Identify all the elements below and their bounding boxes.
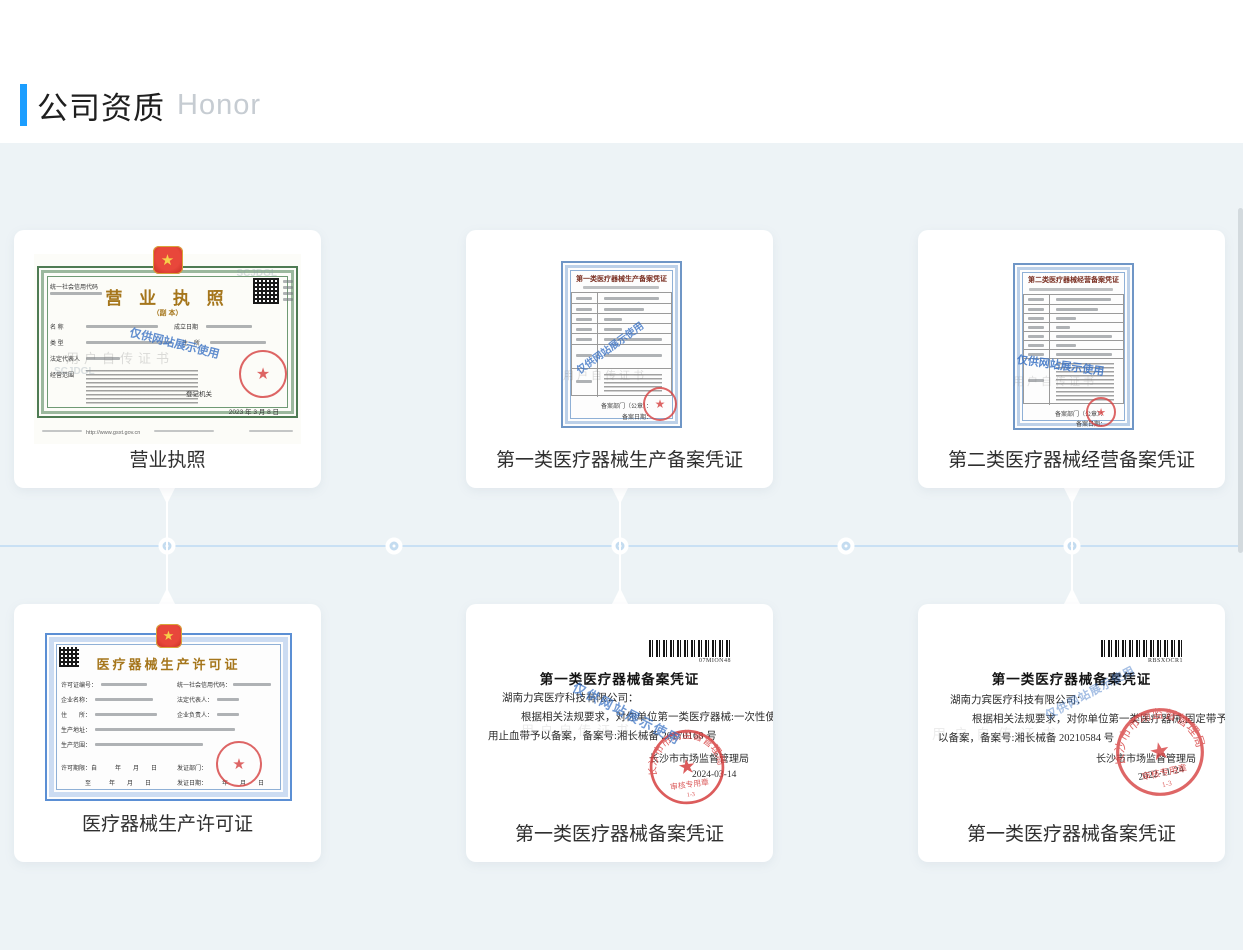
field-label: 生产范围：: [61, 740, 91, 749]
license-date: 2023 年 3 月 8 日: [229, 406, 279, 416]
connector-arrow-down-icon: [612, 488, 628, 504]
qr-side-text: [283, 292, 293, 295]
field-label: 法定代表人：: [177, 695, 213, 704]
license-subtitle: （副 本）: [34, 308, 301, 318]
timeline-dot: [842, 542, 851, 551]
field-label: 成立日期: [174, 322, 198, 331]
accent-bar: [20, 84, 27, 126]
qr-side-text: [283, 286, 293, 289]
field-value: [206, 325, 252, 328]
svg-text:1-3: 1-3: [686, 791, 695, 799]
red-stamp: ★: [1086, 397, 1116, 427]
business-license-image: ★ 统一社会信用代码 营 业 执 照 （副 本） 名 称 成立日期 类 型 住 …: [34, 254, 301, 444]
card-class1-record-2022[interactable]: RBSXOCR1 第一类医疗器械备案凭证 湖南力宾医疗科技有限公司： 根据相关法…: [918, 604, 1225, 862]
barcode: [649, 640, 731, 657]
card-label: 医疗器械生产许可证: [14, 809, 321, 836]
certificate-image: 第一类医疗器械生产备案凭证 备案部门（公章）： 备案日期： ★ 用户自传证书 仅…: [561, 261, 682, 428]
connector-arrow-up-icon: [159, 588, 175, 604]
record-number: [583, 286, 659, 289]
card-class1-record-2024[interactable]: 07MION48 第一类医疗器械备案凭证 湖南力宾医疗科技有限公司： 根据相关法…: [466, 604, 773, 862]
certificate-image: 第二类医疗器械经营备案凭证 备案部门（公章）： 备案日期： ★ 用户自传证书 仅…: [1013, 263, 1134, 430]
page: 公司资质 Honor ★ 统一社会信用代码 营 业 执 照: [0, 0, 1243, 950]
timeline-connector: [166, 488, 168, 604]
field-value: [210, 341, 266, 344]
business-scope-text: [86, 370, 198, 404]
card-business-license[interactable]: ★ 统一社会信用代码 营 业 执 照 （副 本） 名 称 成立日期 类 型 住 …: [14, 230, 321, 488]
field-value: [95, 698, 153, 701]
red-stamp: ★: [239, 350, 287, 398]
connector-arrow-up-icon: [1064, 588, 1080, 604]
certificate-image: ★ 医疗器械生产许可证 许可证编号： 统一社会信用代码： 企业名称： 法定代表人…: [45, 633, 292, 801]
card-label: 第二类医疗器械经营备案凭证: [918, 445, 1225, 472]
photo-watermark: SCJDGL: [54, 366, 95, 377]
connector-arrow-up-icon: [612, 588, 628, 604]
field-label: 企业负责人：: [177, 710, 213, 719]
card-class2-operation-record[interactable]: 第二类医疗器械经营备案凭证 备案部门（公章）： 备案日期： ★ 用户自传证书 仅…: [918, 230, 1225, 488]
card-class1-production-record[interactable]: 第一类医疗器械生产备案凭证 备案部门（公章）： 备案日期： ★ 用户自传证书 仅…: [466, 230, 773, 488]
footer-print: [154, 430, 214, 433]
certificate-title: 第一类医疗器械备案凭证: [466, 668, 773, 688]
qr-side-text: [283, 280, 293, 283]
timeline-connector: [1071, 488, 1073, 604]
connector-arrow-down-icon: [1064, 488, 1080, 504]
field-value: [217, 713, 239, 716]
footer-print: [42, 430, 82, 433]
field-label: 发证部门：: [177, 763, 207, 772]
field-label: 企业名称：: [61, 695, 91, 704]
field-value: [95, 743, 203, 746]
gray-watermark: 用户自传证书: [521, 720, 635, 739]
field-value: [217, 698, 239, 701]
footer-print: [249, 430, 293, 433]
section-header: 公司资质 Honor: [0, 0, 1243, 143]
stamp-star-icon: ★: [677, 755, 698, 779]
svg-text:1-3: 1-3: [1161, 778, 1173, 789]
gray-watermark: 用户自传证书: [66, 348, 174, 367]
card-label: 营业执照: [14, 445, 321, 472]
field-value: [95, 713, 157, 716]
photo-watermark: SCJDGL: [236, 268, 277, 279]
card-label: 第一类医疗器械备案凭证: [466, 819, 773, 846]
field-label: 许可证编号：: [61, 680, 97, 689]
national-emblem-icon: ★: [156, 624, 182, 648]
gsxt-url: http://www.gsxt.gov.cn: [86, 430, 140, 436]
field-label: 生产地址：: [61, 725, 91, 734]
qr-code: [253, 278, 279, 304]
timeline-dot: [390, 542, 399, 551]
certificate-title: 第一类医疗器械生产备案凭证: [561, 274, 682, 284]
red-stamp: ★: [216, 741, 262, 787]
page-title: 公司资质: [37, 83, 165, 128]
field-label: 许可期限：自 年 月 日: [61, 763, 157, 772]
national-emblem-icon: ★: [153, 246, 183, 274]
field-value: [101, 683, 147, 686]
honor-section: ★ 统一社会信用代码 营 业 执 照 （副 本） 名 称 成立日期 类 型 住 …: [0, 143, 1243, 950]
field-label: 类 型: [50, 338, 64, 347]
certificate-title: 第二类医疗器械经营备案凭证: [1013, 275, 1134, 285]
field-label: 名 称: [50, 322, 64, 331]
field-value: [95, 728, 235, 731]
scrollbar-thumb[interactable]: [1238, 208, 1243, 553]
red-stamp: ★: [643, 387, 677, 421]
timeline-connector: [619, 488, 621, 604]
connector-arrow-down-icon: [159, 488, 175, 504]
card-production-license[interactable]: ★ 医疗器械生产许可证 许可证编号： 统一社会信用代码： 企业名称： 法定代表人…: [14, 604, 321, 862]
red-stamp: 长沙市市场监督管理局 ★ 审核专用章 1-3: [1105, 697, 1214, 806]
field-label: 住 所：: [61, 710, 91, 719]
gray-watermark: 用户自传证书: [932, 724, 1064, 744]
certificate-title: 第一类医疗器械备案凭证: [918, 668, 1225, 688]
registrar-label: 登记机关: [186, 388, 212, 398]
field-label: 至 年 月 日: [85, 778, 151, 787]
barcode: [1101, 640, 1183, 657]
stamp-star-icon: ★: [1147, 737, 1173, 767]
field-value: [233, 683, 271, 686]
svg-text:审核专用章: 审核专用章: [669, 776, 709, 791]
page-subtitle: Honor: [177, 89, 261, 122]
barcode-number: 07MION48: [649, 658, 731, 664]
qr-side-text: [283, 298, 293, 301]
field-label: 统一社会信用代码：: [177, 680, 231, 689]
certificate-title: 医疗器械生产许可证: [45, 654, 292, 673]
card-label: 第一类医疗器械备案凭证: [918, 819, 1225, 846]
barcode-number: RBSXOCR1: [1101, 658, 1183, 664]
record-number: [1029, 288, 1113, 291]
card-label: 第一类医疗器械生产备案凭证: [466, 445, 773, 472]
